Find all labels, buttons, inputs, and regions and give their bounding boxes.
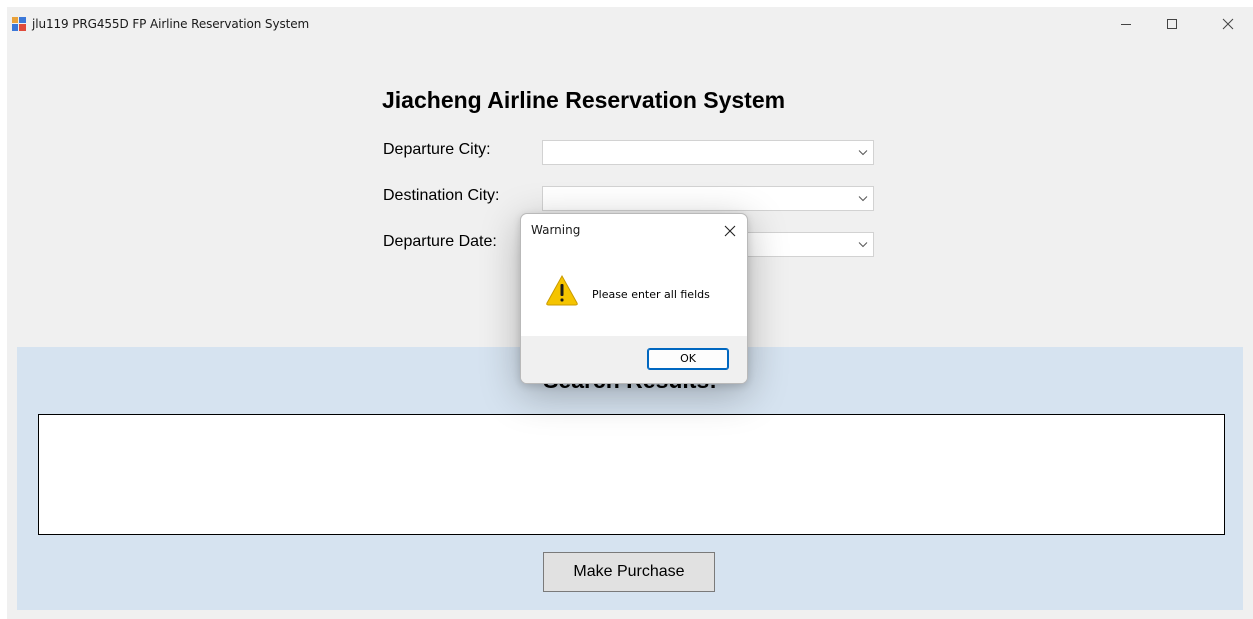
chevron-down-icon: [858, 150, 868, 156]
window-title: jlu119 PRG455D FP Airline Reservation Sy…: [32, 17, 310, 31]
minimize-button[interactable]: [1103, 7, 1149, 41]
search-results-list[interactable]: [38, 414, 1225, 535]
make-purchase-button[interactable]: Make Purchase: [543, 552, 715, 592]
warning-icon: [546, 274, 578, 306]
maximize-button[interactable]: [1149, 7, 1195, 41]
close-icon: [1222, 18, 1234, 30]
maximize-icon: [1167, 19, 1177, 29]
warning-dialog: Warning Please enter all fields OK: [520, 213, 748, 384]
chevron-down-icon: [858, 242, 868, 248]
ok-button[interactable]: OK: [647, 348, 729, 370]
destination-city-label: Destination City:: [383, 187, 500, 204]
app-icon: [12, 17, 26, 31]
dialog-message: Please enter all fields: [592, 288, 710, 301]
departure-date-label: Departure Date:: [383, 233, 497, 250]
departure-city-select[interactable]: [542, 140, 874, 165]
dialog-body: Please enter all fields: [521, 248, 747, 336]
close-icon: [724, 225, 736, 237]
search-results-panel: Search Results: Make Purchase: [17, 347, 1243, 610]
dialog-close-button[interactable]: [719, 220, 741, 242]
minimize-icon: [1121, 24, 1131, 25]
form-title: Jiacheng Airline Reservation System: [382, 87, 786, 113]
close-button[interactable]: [1205, 7, 1251, 41]
departure-city-label: Departure City:: [383, 141, 491, 158]
title-bar[interactable]: jlu119 PRG455D FP Airline Reservation Sy…: [7, 7, 1253, 41]
chevron-down-icon: [858, 196, 868, 202]
dialog-footer: OK: [521, 336, 747, 383]
dialog-title: Warning: [531, 223, 581, 237]
destination-city-select[interactable]: [542, 186, 874, 211]
